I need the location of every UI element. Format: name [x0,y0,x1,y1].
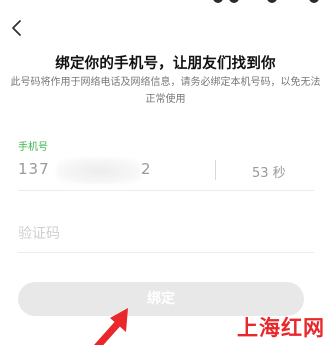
status-icon [213,0,223,3]
status-icon [267,0,277,3]
status-icon [309,0,319,3]
resend-countdown[interactable]: 53 秒 [252,162,286,181]
red-arrow-annotation [84,304,136,345]
bind-phone-screen: 绑定你的手机号，让朋友们找到你 此号码将作用于网络电话及网络信息，请务必绑定本机… [0,0,331,345]
code-field-underline [18,252,314,253]
verification-code-input[interactable] [18,223,314,245]
page-subtitle: 此号码将作用于网络电话及网络信息，请务必绑定本机号码，以免无法正常使用 [10,77,321,105]
phone-field-label: 手机号 [18,142,48,153]
phone-field-underline [18,190,314,191]
chevron-left-icon [12,20,21,36]
phone-number-prefix: 137 [18,160,50,178]
page-title: 绑定你的手机号，让朋友们找到你 [55,56,276,72]
status-bar [171,0,331,3]
phone-field[interactable]: 137 2 [18,158,218,184]
watermark-logo: 上海红网 [237,316,325,340]
field-divider [215,160,216,180]
arrow-icon [93,308,128,345]
back-button[interactable] [7,18,27,38]
phone-number-suffix: 2 [141,160,152,178]
phone-number-mask [56,158,142,184]
bind-button[interactable]: 绑定 [18,282,304,316]
status-icon [229,0,239,3]
